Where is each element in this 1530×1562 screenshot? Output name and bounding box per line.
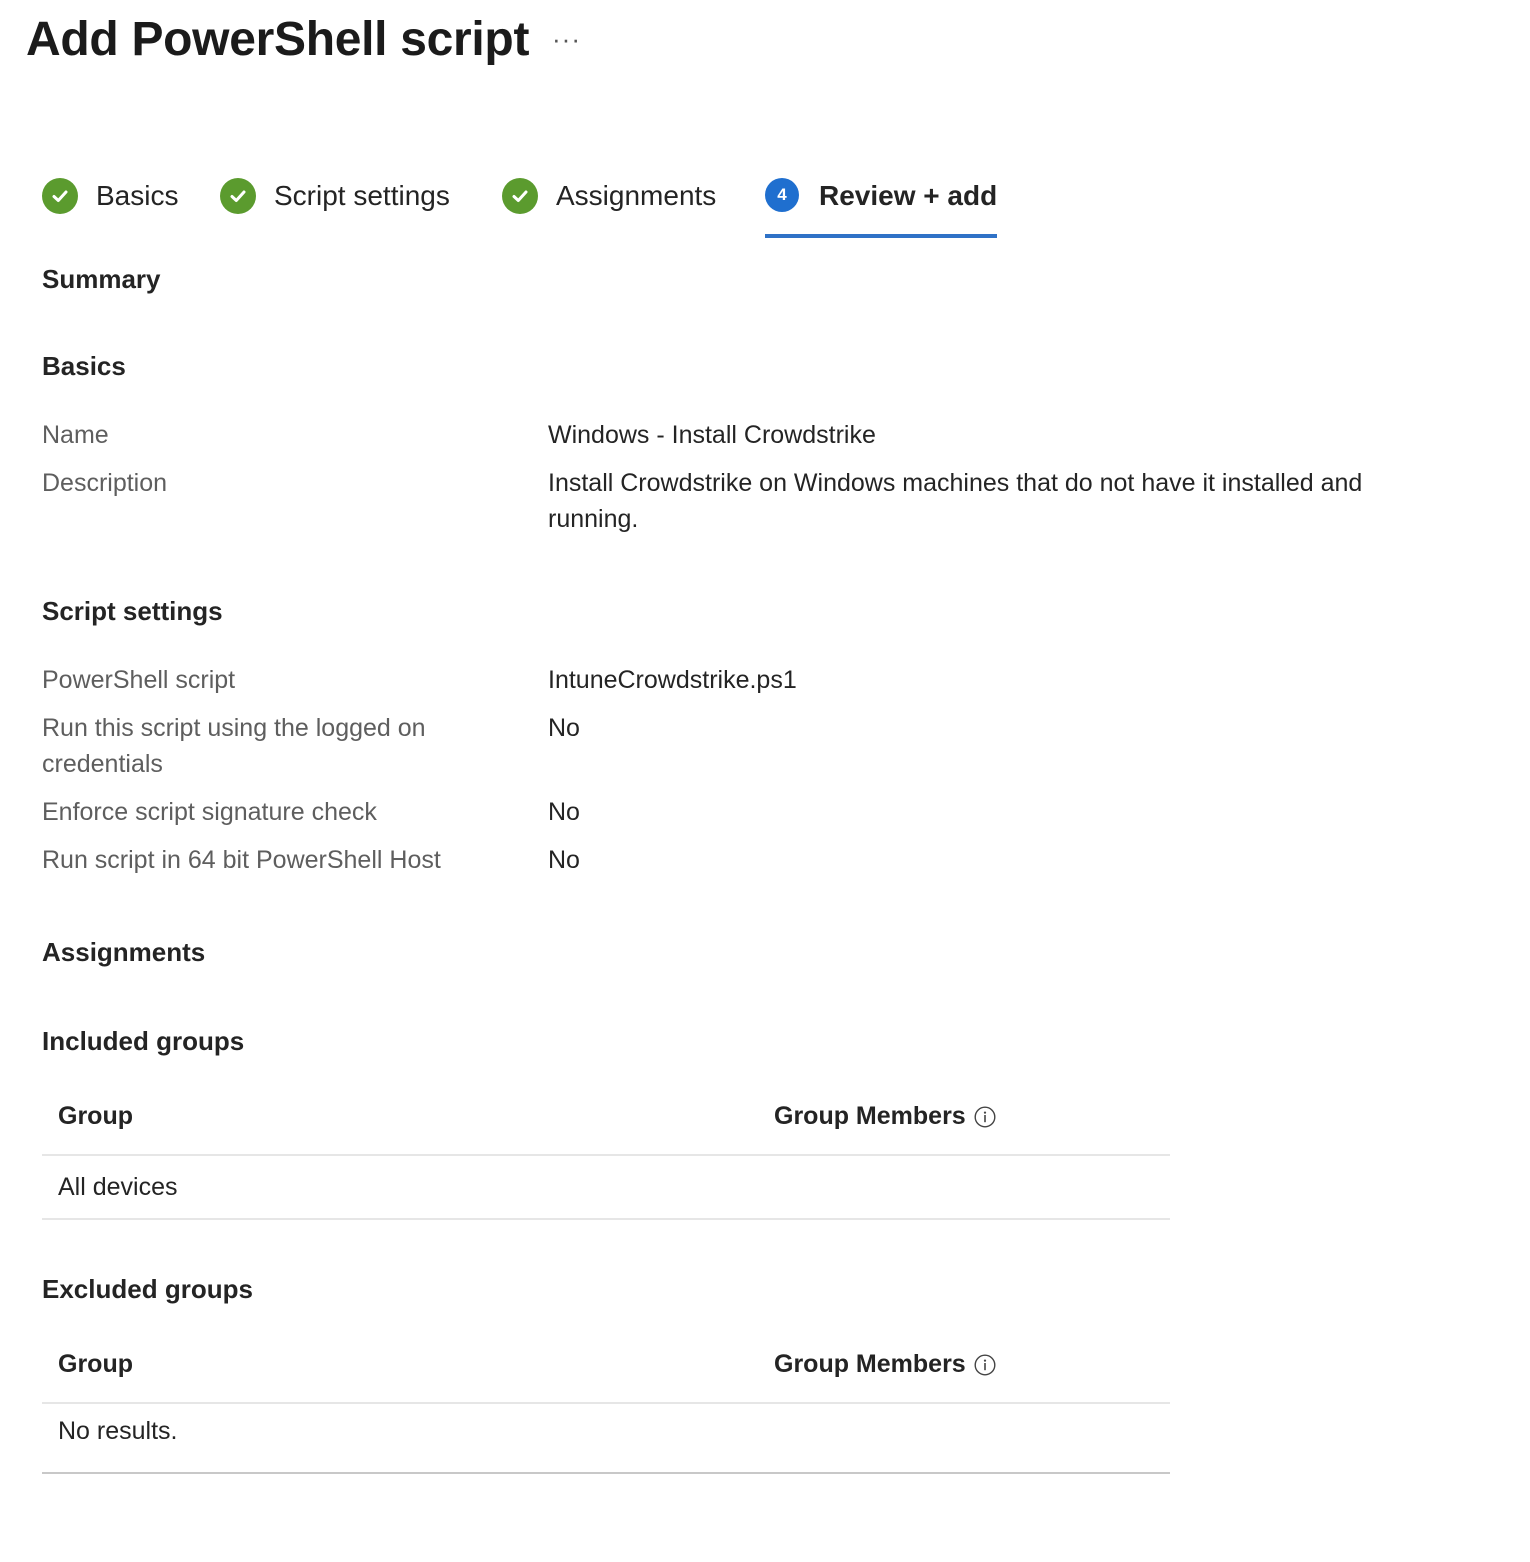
- column-header-group-members[interactable]: Group Members: [774, 1350, 996, 1379]
- check-circle-icon: [220, 178, 256, 214]
- included-groups-table: Group Group Members All devices: [42, 1092, 1170, 1220]
- step-basics[interactable]: Basics: [42, 178, 178, 234]
- column-header-group[interactable]: Group: [58, 1102, 133, 1131]
- column-header-group-members[interactable]: Group Members: [774, 1102, 996, 1131]
- script-settings-heading: Script settings: [42, 596, 223, 626]
- column-header-label: Group Members: [774, 1350, 966, 1378]
- signature-check-value: No: [548, 798, 580, 826]
- empty-row: No results.: [42, 1404, 1170, 1474]
- step-label: Script settings: [274, 180, 450, 211]
- column-header-group[interactable]: Group: [58, 1350, 133, 1379]
- assignments-heading: Assignments: [42, 937, 206, 967]
- check-circle-icon: [502, 178, 538, 214]
- powershell-script-value: IntuneCrowdstrike.ps1: [548, 666, 797, 694]
- table-header-row: Group Group Members: [42, 1340, 1170, 1404]
- check-circle-icon: [42, 178, 78, 214]
- included-groups-heading: Included groups: [42, 1026, 245, 1056]
- signature-check-label: Enforce script signature check: [42, 798, 377, 826]
- info-icon[interactable]: [974, 1105, 996, 1128]
- description-label: Description: [42, 469, 168, 497]
- table-row[interactable]: All devices: [42, 1156, 1170, 1220]
- excluded-groups-heading: Excluded groups: [42, 1274, 253, 1304]
- step-number-badge: 4: [765, 178, 799, 212]
- more-options-button[interactable]: ···: [552, 24, 581, 55]
- 64bit-host-value: No: [548, 846, 580, 874]
- powershell-script-label: PowerShell script: [42, 666, 236, 694]
- step-label: Assignments: [556, 180, 717, 211]
- no-results-text: No results.: [58, 1417, 178, 1445]
- logged-on-credentials-value: No: [548, 714, 580, 742]
- page-title: Add PowerShell script: [26, 13, 530, 66]
- logged-on-credentials-label: Run this script using the logged on cred…: [42, 714, 426, 778]
- description-value: Install Crowdstrike on Windows machines …: [548, 469, 1363, 533]
- step-script-settings[interactable]: Script settings: [220, 178, 450, 234]
- name-value: Windows - Install Crowdstrike: [548, 421, 876, 449]
- step-label: Review + add: [819, 180, 998, 211]
- excluded-groups-table: Group Group Members No results.: [42, 1340, 1170, 1474]
- summary-heading: Summary: [42, 264, 161, 294]
- step-assignments[interactable]: Assignments: [502, 178, 716, 234]
- step-label: Basics: [96, 180, 179, 211]
- column-header-label: Group Members: [774, 1102, 966, 1130]
- table-header-row: Group Group Members: [42, 1092, 1170, 1156]
- step-review-add[interactable]: 4 Review + add: [765, 178, 998, 238]
- info-icon[interactable]: [974, 1353, 996, 1376]
- 64bit-host-label: Run script in 64 bit PowerShell Host: [42, 846, 441, 874]
- group-name: All devices: [58, 1173, 178, 1201]
- basics-heading: Basics: [42, 351, 126, 381]
- name-label: Name: [42, 421, 109, 449]
